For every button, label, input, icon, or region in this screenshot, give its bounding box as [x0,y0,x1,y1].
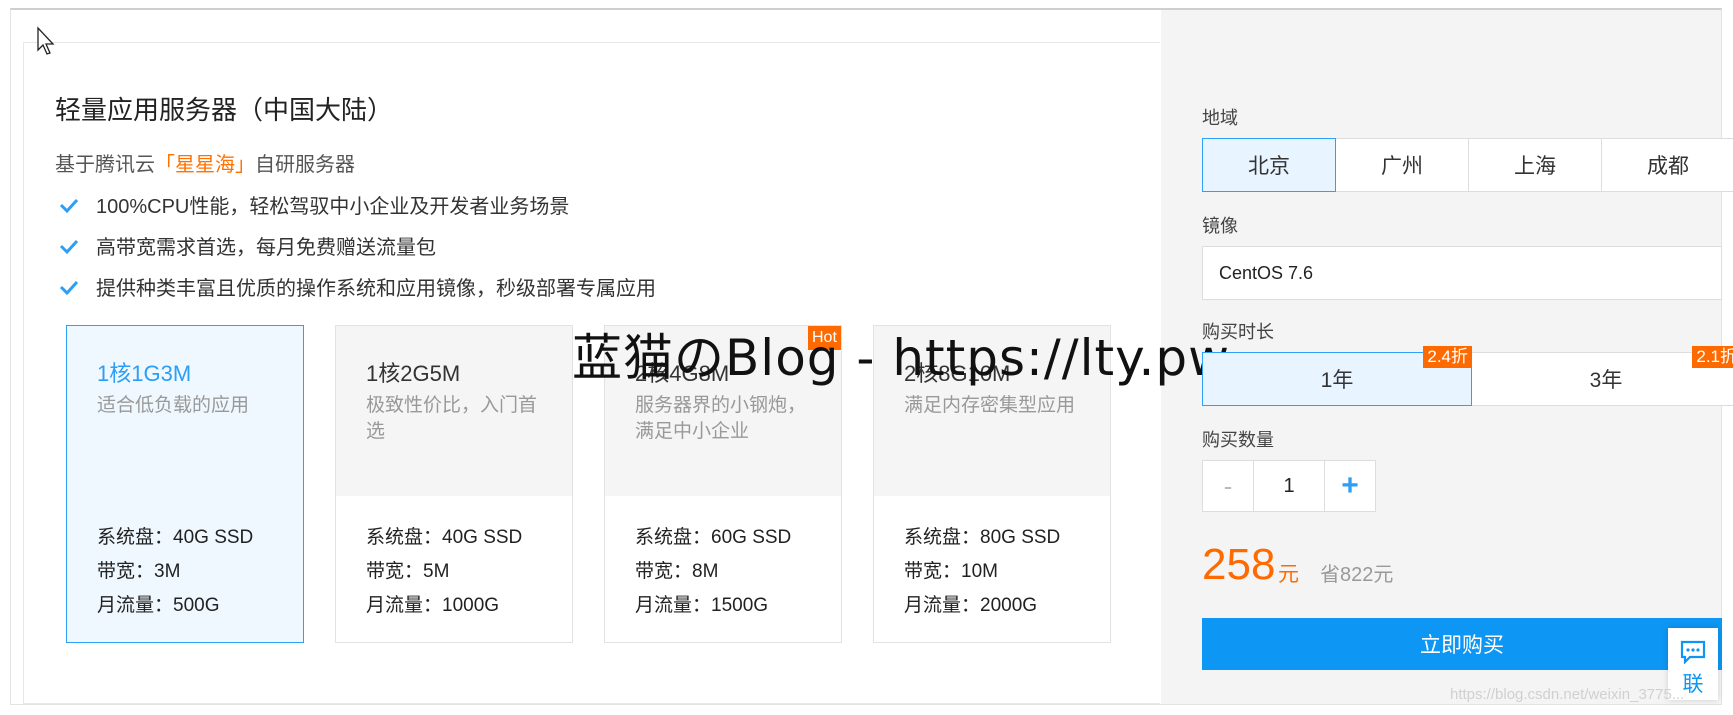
plan-desc: 极致性价比，入门首选 [366,395,538,442]
plan-traffic: 月流量：1000G [366,595,500,616]
plan-card-1c2g[interactable]: 1核2G5M 极致性价比，入门首选 系统盘：40G SSD 带宽：5M 月流量：… [335,325,573,643]
subtitle-prefix: 基于腾讯云 [55,154,155,176]
discount-badge: 2.4折 [1423,346,1472,368]
region-option-beijing[interactable]: 北京 [1202,138,1336,192]
feature-item: 提供种类丰富且优质的操作系统和应用镜像，秒级部署专属应用 [58,272,656,301]
increment-button[interactable]: + [1324,460,1376,512]
plan-traffic: 月流量：1500G [635,595,769,616]
image-select-value: CentOS 7.6 [1219,262,1314,283]
region-option-shanghai[interactable]: 上海 [1468,138,1602,192]
buy-now-button[interactable]: 立即购买 [1202,618,1722,670]
subtitle-suffix: 自研服务器 [255,154,355,176]
discount-badge: 2.1折 [1692,346,1733,368]
duration-selector: 1年 2.4折 3年 2.1折 [1202,346,1733,406]
blog-watermark: 蓝猫のBlog - https://lty.pw [572,329,1231,387]
checkmark-icon [59,280,79,295]
feature-text: 100%CPU性能，轻松驾驭中小企业及开发者业务场景 [96,196,570,218]
chat-icon [1680,640,1706,664]
csdn-watermark: https://blog.csdn.net/weixin_3775... [1450,686,1685,703]
feature-item: 100%CPU性能，轻松驾驭中小企业及开发者业务场景 [58,190,569,219]
plan-disk: 系统盘：80G SSD [904,527,1061,548]
region-selector: 北京 广州 上海 成都 [1202,138,1733,192]
checkmark-icon [59,198,79,213]
duration-text: 3年 [1589,369,1623,392]
plan-name: 1核1G3M [97,361,192,386]
plan-desc: 满足内存密集型应用 [904,395,1076,416]
plan-name: 1核2G5M [366,361,461,386]
duration-label: 购买时长 [1202,322,1274,342]
plan-traffic: 月流量：2000G [904,595,1038,616]
savings-text: 省822元 [1320,564,1394,586]
decrement-button[interactable]: - [1202,460,1254,512]
mouse-cursor-icon [37,26,55,55]
checkmark-icon [59,239,79,254]
plan-bandwidth: 带宽：5M [366,561,450,582]
quantity-label: 购买数量 [1202,430,1274,450]
plan-disk: 系统盘：40G SSD [366,527,523,548]
plan-traffic: 月流量：500G [97,595,220,616]
contact-label: 联 [1682,673,1704,696]
region-label: 地域 [1202,108,1238,128]
duration-option-3y[interactable]: 3年 2.1折 [1471,346,1733,406]
page-title: 轻量应用服务器（中国大陆） [55,95,394,125]
plan-bandwidth: 带宽：10M [904,561,998,582]
duration-option-1y[interactable]: 1年 2.4折 [1202,346,1472,406]
image-label: 镜像 [1202,216,1238,236]
plan-bandwidth: 带宽：8M [635,561,719,582]
region-option-guangzhou[interactable]: 广州 [1335,138,1469,192]
feature-item: 高带宽需求首选，每月免费赠送流量包 [58,231,436,260]
feature-text: 提供种类丰富且优质的操作系统和应用镜像，秒级部署专属应用 [96,278,656,300]
plan-bandwidth: 带宽：3M [97,561,181,582]
region-option-chengdu[interactable]: 成都 [1601,138,1733,192]
plan-card-1c1g[interactable]: 1核1G3M 适合低负载的应用 系统盘：40G SSD 带宽：3M 月流量：50… [66,325,304,643]
feature-text: 高带宽需求首选，每月免费赠送流量包 [96,237,436,259]
plan-desc: 服务器界的小钢炮，满足中小企业 [635,395,807,442]
plan-disk: 系统盘：60G SSD [635,527,792,548]
price-value: 258 [1202,540,1276,589]
duration-text: 1年 [1320,369,1354,392]
plan-desc: 适合低负载的应用 [97,395,250,416]
quantity-input[interactable]: 1 [1253,460,1325,512]
price-unit: 元 [1278,563,1299,586]
image-select[interactable]: CentOS 7.6 [1202,246,1722,300]
plan-disk: 系统盘：40G SSD [97,527,254,548]
subtitle-highlight: 「星星海」 [155,154,255,176]
quantity-stepper: - 1 + [1202,460,1376,512]
subtitle: 基于腾讯云「星星海」自研服务器 [55,148,355,177]
